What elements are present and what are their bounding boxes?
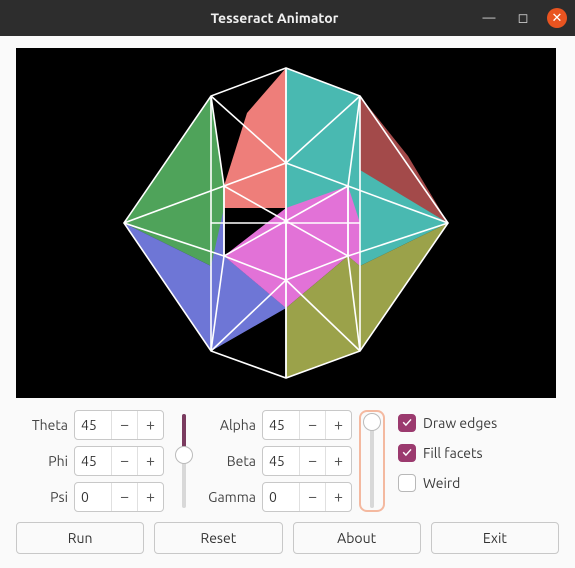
- draw-edges-checkbox[interactable]: [398, 414, 416, 432]
- beta-plus[interactable]: +: [325, 447, 351, 475]
- theta-minus[interactable]: −: [111, 411, 137, 439]
- tesseract-canvas: [16, 48, 556, 398]
- psi-value[interactable]: 0: [75, 489, 111, 505]
- gamma-minus[interactable]: −: [299, 483, 325, 511]
- exit-button[interactable]: Exit: [431, 522, 559, 554]
- close-icon[interactable]: ✕: [547, 8, 567, 28]
- maximize-icon[interactable]: ◻: [513, 8, 533, 28]
- alpha-spinbox[interactable]: 45 − +: [262, 410, 352, 440]
- psi-label: Psi: [16, 489, 68, 505]
- gamma-value[interactable]: 0: [263, 489, 299, 505]
- theta-label: Theta: [16, 417, 68, 433]
- phi-plus[interactable]: +: [137, 447, 163, 475]
- alpha-value[interactable]: 45: [263, 417, 299, 433]
- angle-column-1: Theta 45 − + Phi 45 − + Psi 0 −: [16, 410, 164, 512]
- theta-value[interactable]: 45: [75, 417, 111, 433]
- phi-label: Phi: [16, 453, 68, 469]
- psi-minus[interactable]: −: [111, 483, 137, 511]
- facet-red: [224, 68, 286, 208]
- gamma-label: Gamma: [204, 489, 256, 505]
- window-title: Tesseract Animator: [70, 10, 479, 26]
- fill-facets-checkbox[interactable]: [398, 444, 416, 462]
- angle-column-2: Alpha 45 − + Beta 45 − + Gamma 0: [204, 410, 352, 512]
- alpha-minus[interactable]: −: [299, 411, 325, 439]
- options-column: Draw edges Fill facets Weird: [392, 410, 497, 492]
- about-button[interactable]: About: [293, 522, 421, 554]
- alpha-label: Alpha: [204, 417, 256, 433]
- draw-edges-label: Draw edges: [423, 415, 497, 431]
- weird-checkbox[interactable]: [398, 474, 416, 492]
- titlebar: Tesseract Animator — ◻ ✕: [0, 0, 575, 36]
- psi-spinbox[interactable]: 0 − +: [74, 482, 164, 512]
- theta-plus[interactable]: +: [137, 411, 163, 439]
- run-button[interactable]: Run: [16, 522, 144, 554]
- reset-button[interactable]: Reset: [154, 522, 282, 554]
- phi-value[interactable]: 45: [75, 453, 111, 469]
- fill-facets-label: Fill facets: [423, 445, 483, 461]
- psi-plus[interactable]: +: [137, 483, 163, 511]
- weird-label: Weird: [423, 475, 460, 491]
- phi-spinbox[interactable]: 45 − +: [74, 446, 164, 476]
- alpha-plus[interactable]: +: [325, 411, 351, 439]
- beta-value[interactable]: 45: [263, 453, 299, 469]
- slider-3d-rotation[interactable]: [175, 414, 193, 508]
- phi-minus[interactable]: −: [111, 447, 137, 475]
- gamma-spinbox[interactable]: 0 − +: [262, 482, 352, 512]
- window-controls: — ◻ ✕: [479, 8, 567, 28]
- gamma-plus[interactable]: +: [325, 483, 351, 511]
- beta-spinbox[interactable]: 45 − +: [262, 446, 352, 476]
- beta-minus[interactable]: −: [299, 447, 325, 475]
- minimize-icon[interactable]: —: [479, 8, 499, 28]
- beta-label: Beta: [204, 453, 256, 469]
- theta-spinbox[interactable]: 45 − +: [74, 410, 164, 440]
- slider-4d-rotation[interactable]: [363, 414, 381, 508]
